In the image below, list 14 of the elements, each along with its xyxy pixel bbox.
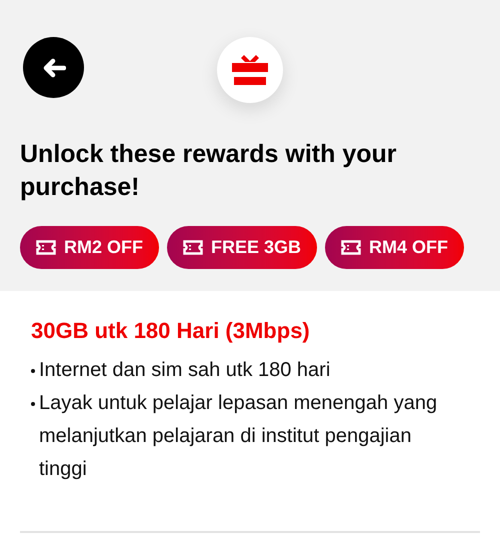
feature-text: Layak untuk pelajar lepasan menengah yang melanjutkan pelajaran di institut pengajian tinggi [39,391,438,482]
ticket-icon [36,240,56,255]
gift-icon [232,53,268,87]
plan-title: 30GB utk 180 Hari (3Mbps) [30,317,311,345]
ticket-icon [341,240,362,255]
rewards-heading: Unlock these rewards with your purchase! [20,139,398,203]
feature-text: Internet dan sim sah utk 180 hari [39,358,332,383]
bullet-icon [31,402,35,406]
reward-chip[interactable]: FREE 3GB [167,226,318,269]
reward-chip[interactable]: RM2 OFF [20,226,159,269]
reward-chip[interactable]: RM4 OFF [325,226,464,269]
ticket-icon [183,240,203,255]
back-arrow-icon [42,58,66,78]
bullet-icon [31,369,35,373]
